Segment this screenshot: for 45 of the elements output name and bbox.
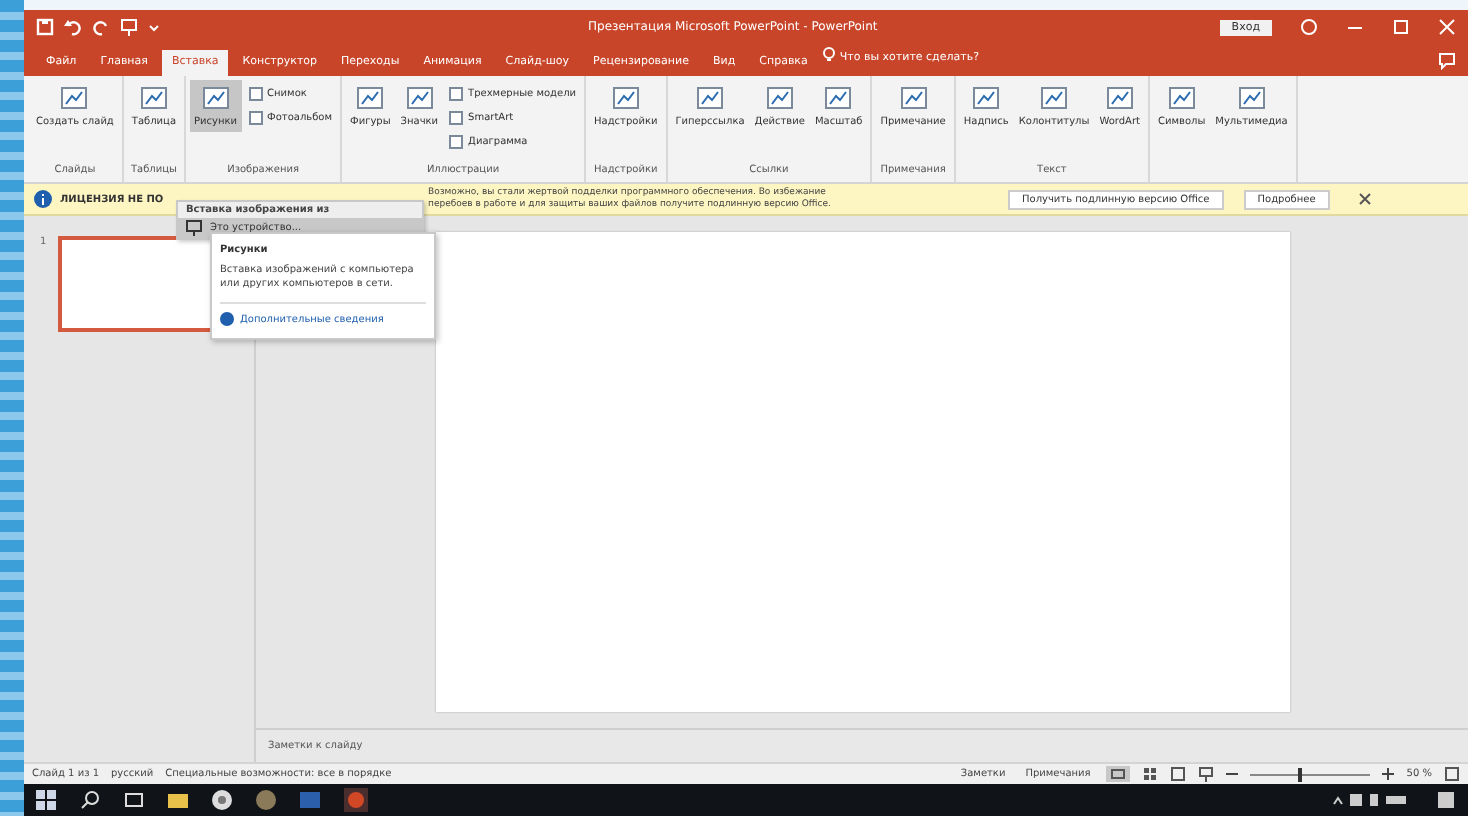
redo-icon[interactable] xyxy=(92,18,110,36)
slider-thumb[interactable] xyxy=(1298,767,1303,781)
tray-icons[interactable] xyxy=(1332,792,1412,808)
picture-icon xyxy=(401,84,438,112)
picture-icon xyxy=(56,84,93,112)
maximize-icon[interactable] xyxy=(1392,18,1410,36)
notification-center-icon[interactable] xyxy=(1436,790,1456,810)
undo-icon[interactable] xyxy=(64,18,82,36)
info-icon xyxy=(34,190,52,208)
presentation-app-icon[interactable] xyxy=(344,788,368,812)
minus-icon[interactable] xyxy=(1226,768,1239,780)
lightbulb-icon xyxy=(821,46,836,64)
task-view-icon[interactable] xyxy=(124,790,144,810)
picture-icon xyxy=(692,84,728,112)
document-app-icon[interactable] xyxy=(300,790,320,810)
browser-icon[interactable] xyxy=(212,790,232,810)
picture-icon xyxy=(607,84,644,112)
reading-view-icon[interactable] xyxy=(1170,766,1187,782)
picture-icon xyxy=(1163,84,1200,112)
slide-sorter-icon[interactable] xyxy=(1142,766,1159,782)
picture-icon xyxy=(197,84,234,112)
picture-icon xyxy=(761,84,798,112)
picture-icon xyxy=(135,84,172,112)
help-icon xyxy=(220,312,234,326)
picture-icon xyxy=(895,84,932,112)
picture-icon xyxy=(352,84,389,112)
picture-icon xyxy=(1233,84,1270,112)
picture-icon xyxy=(1036,84,1073,112)
slideshow-icon[interactable] xyxy=(1198,766,1215,782)
app-icon[interactable] xyxy=(256,790,276,810)
picture-icon xyxy=(820,84,857,112)
monitor-icon xyxy=(186,220,202,236)
search-icon[interactable] xyxy=(80,790,100,810)
plus-icon[interactable] xyxy=(1382,768,1395,780)
normal-view-icon[interactable] xyxy=(1106,766,1131,782)
close-icon[interactable] xyxy=(1357,192,1372,206)
folder-icon[interactable] xyxy=(168,790,188,810)
save-icon[interactable] xyxy=(36,18,54,36)
comment-icon[interactable] xyxy=(1438,52,1456,70)
picture-icon xyxy=(968,84,1005,112)
windows-icon[interactable] xyxy=(36,790,56,810)
picture-icon xyxy=(1101,84,1138,112)
presentation-icon[interactable] xyxy=(120,18,138,36)
slide-thumbnail[interactable] xyxy=(58,236,215,332)
fit-slide-icon[interactable] xyxy=(1444,766,1460,782)
